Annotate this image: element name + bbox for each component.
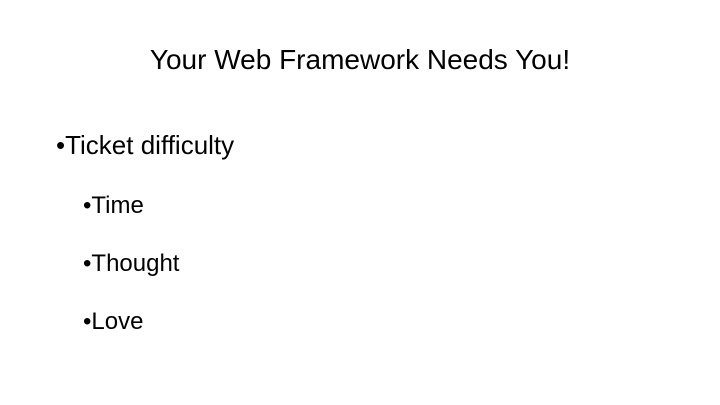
presentation-slide: Your Web Framework Needs You! •Ticket di…	[0, 0, 720, 405]
bullet-item-level-2: •Thought	[83, 249, 179, 279]
bullet-item-level-2: •Time	[83, 191, 144, 221]
bullet-item-level-2: •Love	[83, 307, 143, 337]
bullet-text: Time	[91, 192, 144, 219]
bullet-text: Ticket difficulty	[65, 130, 235, 160]
bullet-item-level-1: •Ticket difficulty	[56, 128, 234, 162]
bullet-marker: •	[56, 130, 66, 160]
bullet-list: •Ticket difficulty •Time •Thought •Love	[0, 0, 720, 405]
bullet-text: Thought	[91, 250, 180, 277]
bullet-text: Love	[91, 308, 144, 335]
